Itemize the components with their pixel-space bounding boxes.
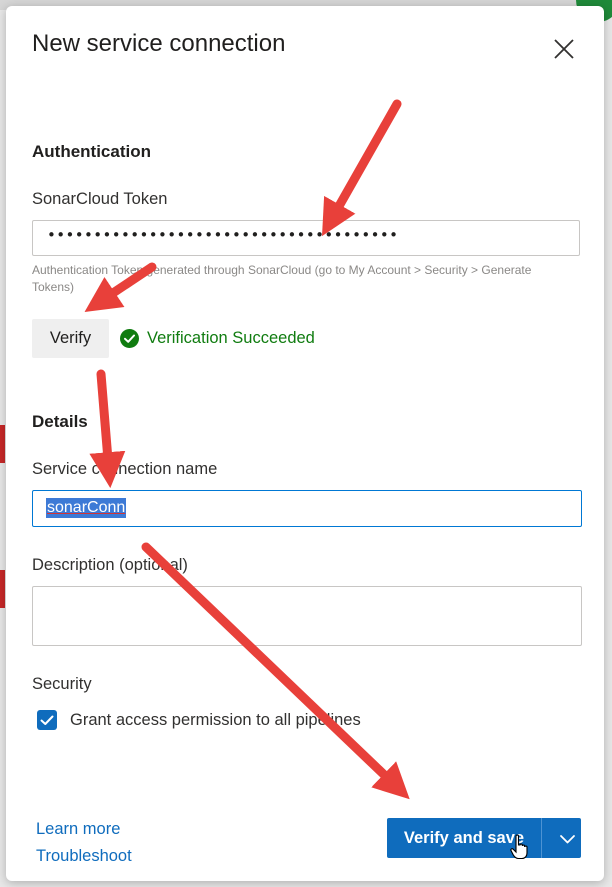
token-label: SonarCloud Token — [32, 190, 168, 208]
new-service-connection-dialog: New service connection Authentication So… — [6, 6, 604, 881]
save-options-dropdown-button[interactable] — [542, 818, 581, 858]
verification-status: Verification Succeeded — [120, 329, 315, 348]
grant-access-label: Grant access permission to all pipelines — [70, 711, 361, 729]
authentication-heading: Authentication — [32, 142, 151, 161]
close-button[interactable] — [547, 32, 581, 66]
token-input[interactable]: •••••••••••••••••••••••••••••••••••••• — [32, 220, 580, 256]
details-heading: Details — [32, 412, 88, 431]
checkmark-icon — [40, 715, 54, 725]
service-connection-name-value: sonarConn — [46, 498, 127, 518]
description-label: Description (optional) — [32, 556, 188, 574]
service-connection-name-input[interactable]: sonarConn — [32, 490, 582, 527]
troubleshoot-link[interactable]: Troubleshoot — [36, 847, 132, 866]
chevron-down-icon — [560, 835, 575, 844]
token-helper-text: Authentication Token generated through S… — [32, 263, 532, 294]
hand-pointer-icon — [510, 834, 528, 860]
learn-more-link[interactable]: Learn more — [36, 820, 120, 839]
service-connection-name-label: Service connection name — [32, 460, 218, 478]
dialog-title: New service connection — [32, 30, 286, 57]
verify-button[interactable]: Verify — [32, 319, 109, 358]
grant-access-checkbox[interactable] — [37, 710, 57, 730]
check-circle-icon — [120, 329, 139, 348]
close-icon — [554, 39, 574, 59]
verify-and-save-split-button: Verify and save — [387, 818, 581, 858]
background-marker — [0, 570, 5, 608]
description-input[interactable] — [32, 586, 582, 646]
security-heading: Security — [32, 675, 92, 693]
token-value: •••••••••••••••••••••••••••••••••••••• — [47, 226, 399, 244]
background-marker — [0, 425, 5, 463]
verification-status-text: Verification Succeeded — [147, 329, 315, 347]
